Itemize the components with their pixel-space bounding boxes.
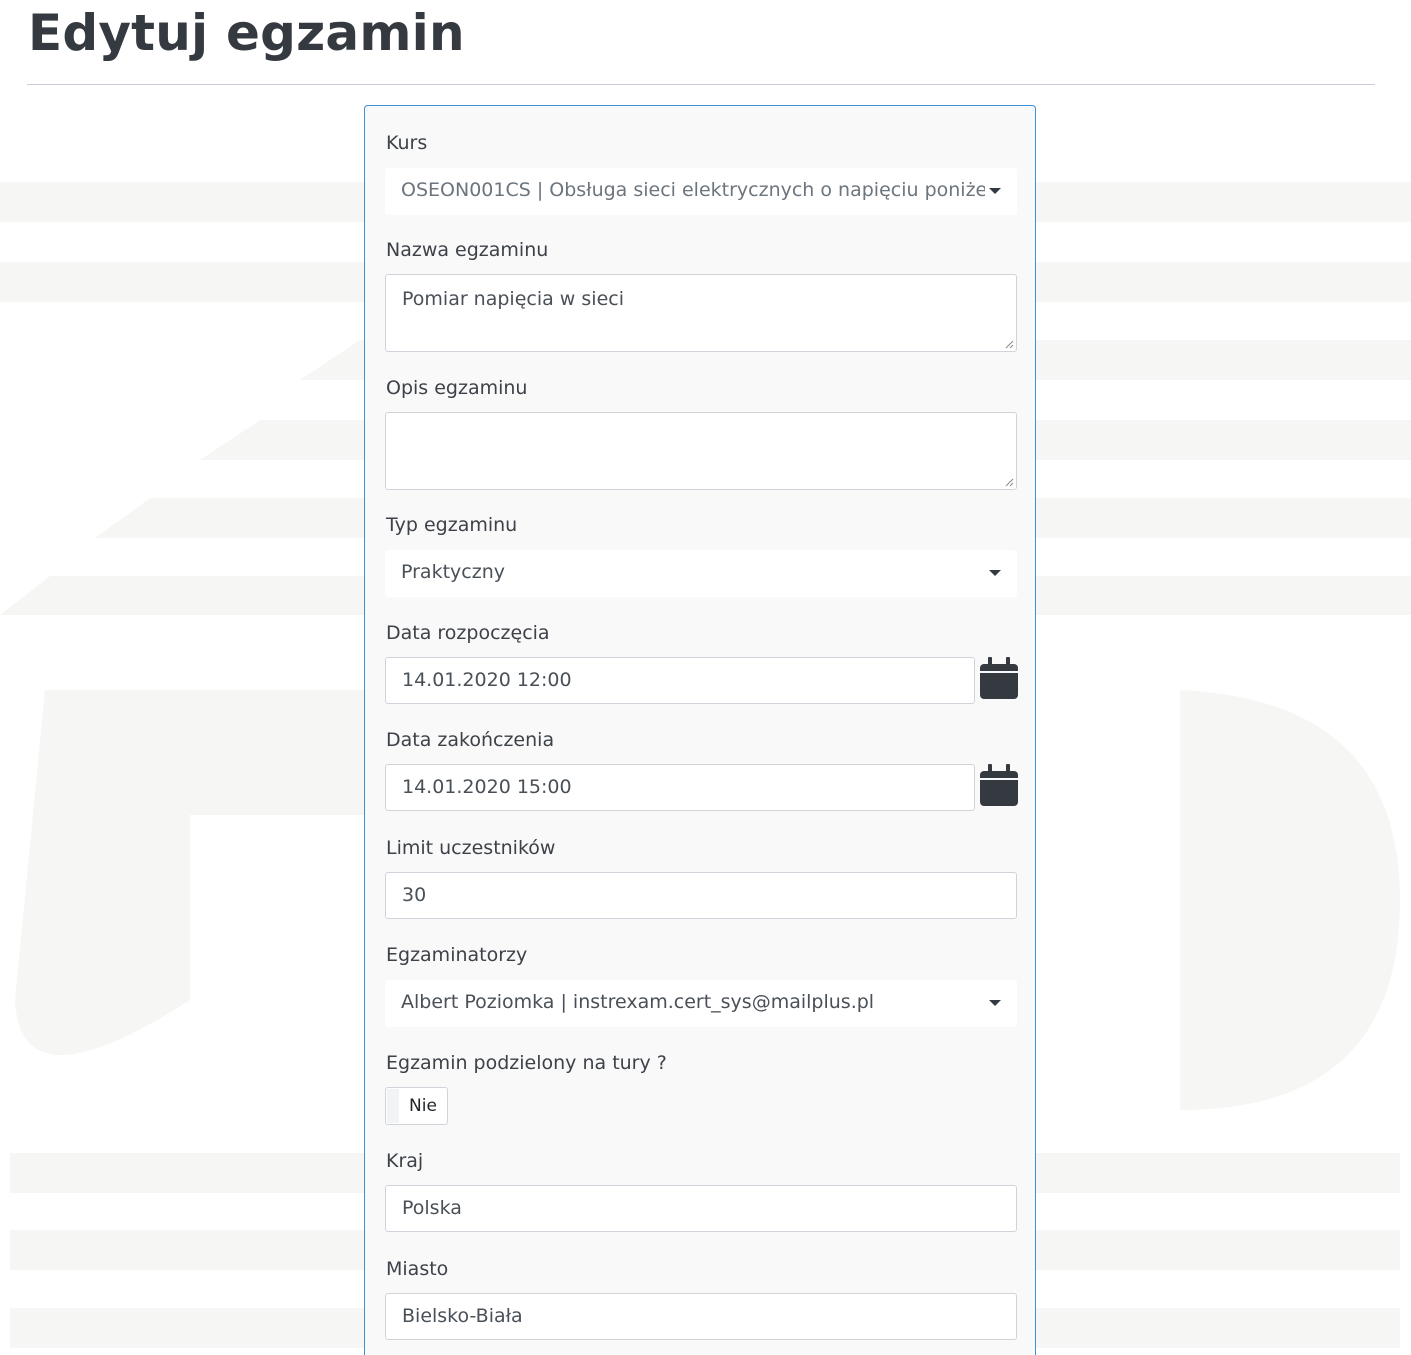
calendar-icon[interactable] (979, 763, 1019, 807)
end-date-label: Data zakończenia (386, 729, 555, 751)
exam-name-textarea[interactable]: Pomiar napięcia w sieci (385, 274, 1017, 352)
resize-grip-icon[interactable] (1004, 477, 1014, 487)
city-input[interactable]: Bielsko-Biała (385, 1293, 1017, 1340)
country-value: Polska (402, 1197, 462, 1219)
exam-name-label: Nazwa egzaminu (386, 239, 549, 261)
exam-form-card: Kurs OSEON001CS | Obsługa sieci elektryc… (364, 105, 1036, 1355)
exam-type-label: Typ egzaminu (386, 514, 518, 536)
page-title: Edytuj egzamin (28, 4, 465, 62)
course-select[interactable]: OSEON001CS | Obsługa sieci elektrycznych… (385, 168, 1017, 215)
split-rounds-value: Nie (409, 1096, 437, 1116)
caret-down-icon (989, 1000, 1001, 1006)
examiners-select[interactable]: Albert Poziomka | instrexam.cert_sys@mai… (385, 980, 1017, 1027)
caret-down-icon (989, 570, 1001, 576)
start-date-input[interactable]: 14.01.2020 12:00 (385, 657, 975, 704)
participant-limit-label: Limit uczestników (386, 837, 556, 859)
start-date-value: 14.01.2020 12:00 (402, 669, 572, 691)
end-date-input[interactable]: 14.01.2020 15:00 (385, 764, 975, 811)
city-label: Miasto (386, 1258, 449, 1280)
resize-grip-icon[interactable] (1004, 339, 1014, 349)
exam-name-value: Pomiar napięcia w sieci (402, 288, 624, 310)
city-value: Bielsko-Biała (402, 1305, 523, 1327)
examiners-label: Egzaminatorzy (386, 944, 528, 966)
page: Edytuj egzamin Kurs OSEON001CS | Obsługa… (0, 0, 1411, 1355)
exam-type-value: Praktyczny (401, 561, 505, 583)
split-rounds-label: Egzamin podzielony na tury ? (386, 1052, 667, 1074)
participant-limit-value: 30 (402, 884, 427, 906)
caret-down-icon (989, 188, 1001, 194)
split-rounds-toggle[interactable]: Nie (385, 1087, 448, 1125)
country-label: Kraj (386, 1150, 424, 1172)
participant-limit-input[interactable]: 30 (385, 872, 1017, 919)
toggle-knob (387, 1089, 399, 1123)
course-label: Kurs (386, 132, 428, 154)
exam-description-textarea[interactable] (385, 412, 1017, 490)
exam-description-label: Opis egzaminu (386, 377, 528, 399)
start-date-label: Data rozpoczęcia (386, 622, 550, 644)
examiners-value: Albert Poziomka | instrexam.cert_sys@mai… (401, 991, 875, 1013)
country-input[interactable]: Polska (385, 1185, 1017, 1232)
title-divider (27, 84, 1375, 85)
end-date-value: 14.01.2020 15:00 (402, 776, 572, 798)
course-select-value: OSEON001CS | Obsługa sieci elektrycznych… (401, 179, 985, 201)
calendar-icon[interactable] (979, 656, 1019, 700)
exam-type-select[interactable]: Praktyczny (385, 550, 1017, 597)
